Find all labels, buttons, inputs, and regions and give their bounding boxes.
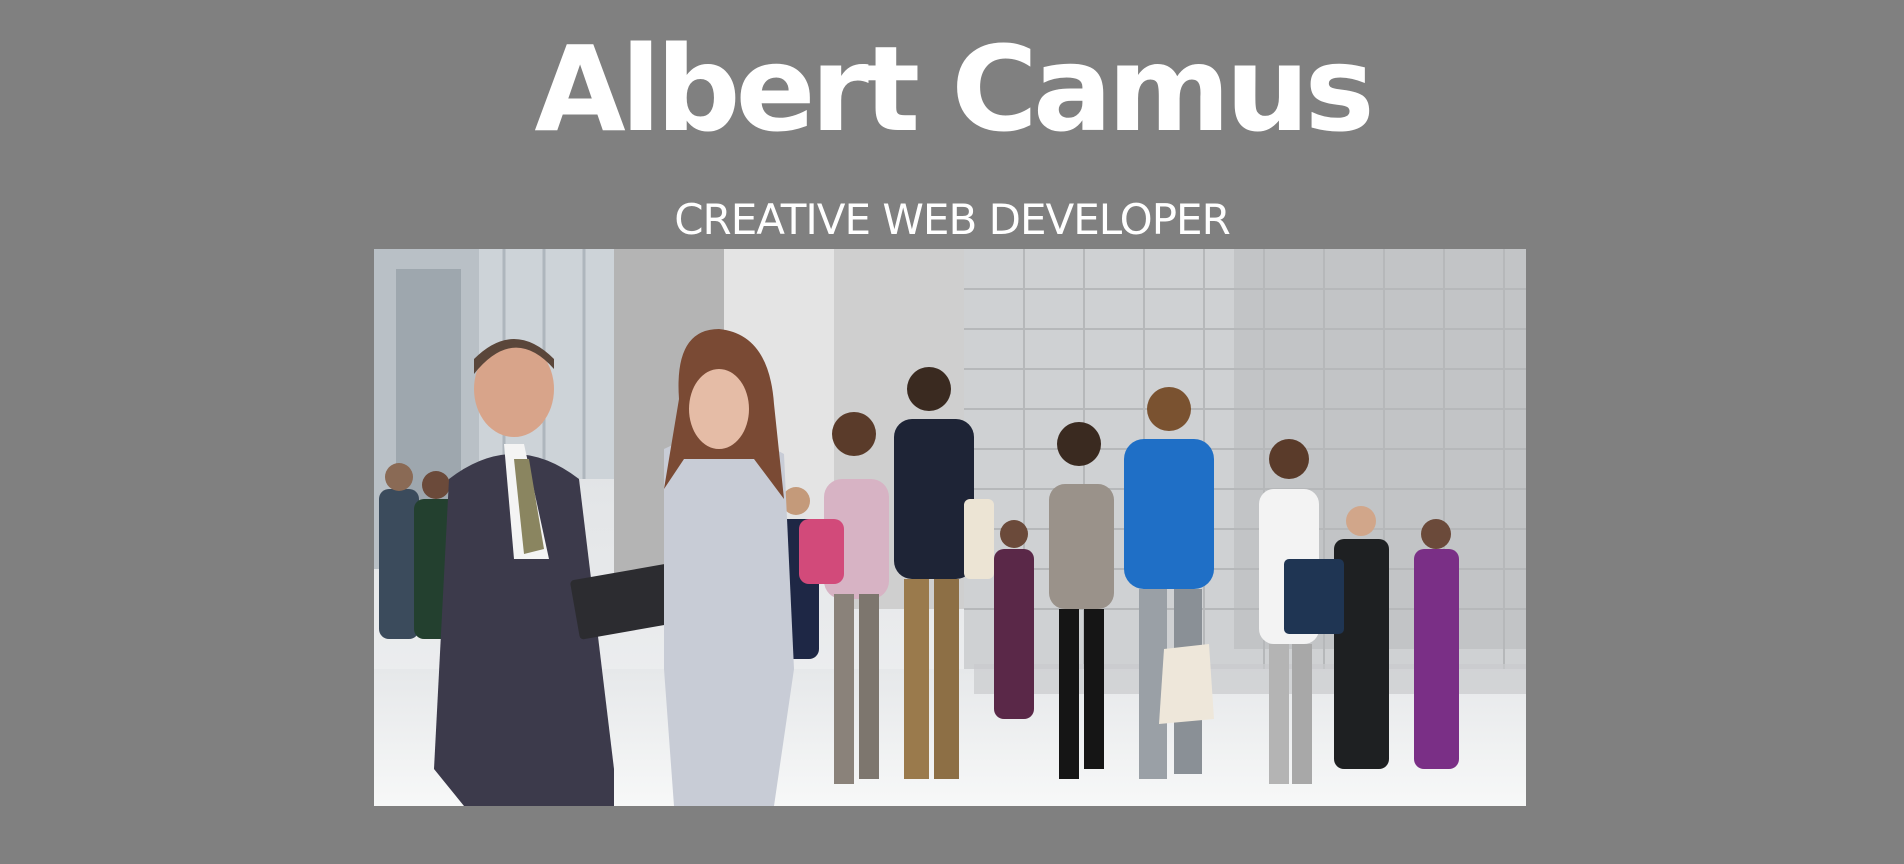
hero-photo — [374, 249, 1526, 806]
hero-tagline: CREATIVE WEB DEVELOPER — [674, 195, 1231, 244]
hero-photo-illustration — [374, 249, 1526, 806]
hero-name-heading: Albert Camus — [534, 20, 1374, 158]
